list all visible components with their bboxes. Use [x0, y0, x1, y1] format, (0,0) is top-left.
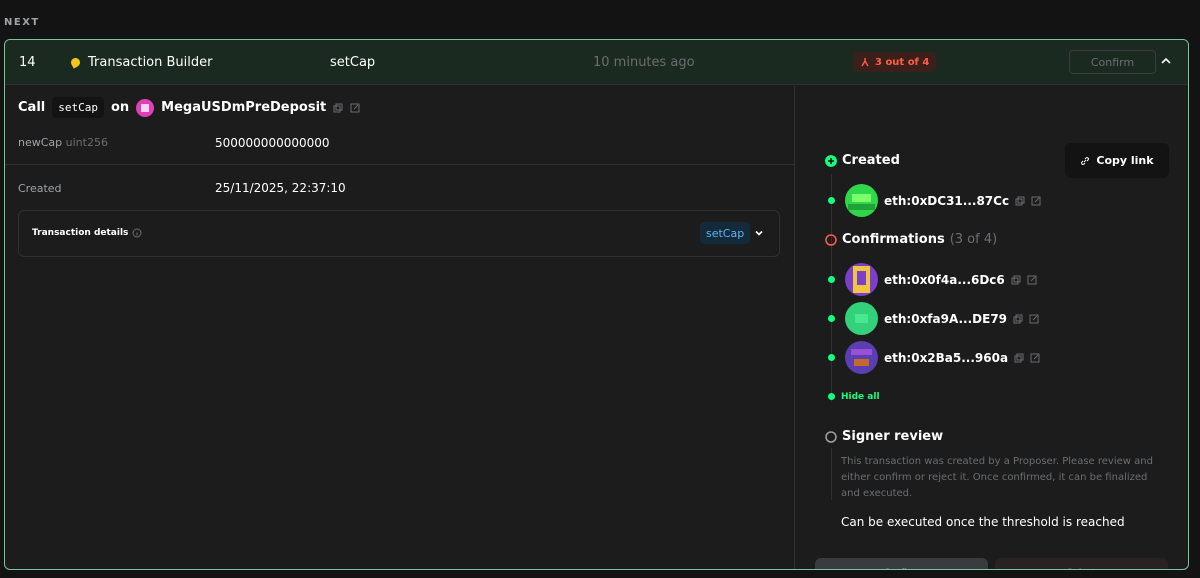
- transaction-details-title: Transaction details: [32, 228, 142, 238]
- external-link-icon[interactable]: [350, 103, 360, 113]
- creator-address: eth:0xDC31...87Cc: [845, 184, 1041, 217]
- timeline-dot: [828, 197, 835, 204]
- timeline-dot: [828, 354, 835, 361]
- param-value: 500000000000000: [215, 136, 330, 150]
- timeline-dot: [828, 393, 835, 400]
- transaction-status-panel: Created Copy link eth:0xDC31...87Cc Conf…: [794, 86, 1188, 569]
- avatar: [845, 184, 878, 217]
- call-summary: Call setCap on MegaUSDmPreDeposit: [18, 97, 360, 118]
- call-method-chip: setCap: [52, 97, 104, 118]
- signer-address: eth:0x0f4a...6Dc6: [845, 263, 1037, 296]
- call-prefix: Call: [18, 100, 46, 115]
- info-icon: [132, 228, 142, 238]
- transaction-builder-icon: [69, 56, 82, 69]
- external-link-icon[interactable]: [1029, 314, 1039, 324]
- signer-address-label: eth:0x0f4a...6Dc6: [884, 272, 1005, 287]
- signer-address: eth:0x2Ba5...960a: [845, 341, 1040, 374]
- transaction-details-accordion[interactable]: Transaction details setCap: [18, 210, 780, 257]
- copy-icon[interactable]: [1015, 196, 1025, 206]
- step-created-label: Created: [842, 153, 900, 168]
- signer-review-description: This transaction was created by a Propos…: [841, 456, 1153, 499]
- avatar: [845, 302, 878, 335]
- transaction-summary-header[interactable]: 14 Transaction Builder setCap 10 minutes…: [5, 40, 1188, 85]
- param-label: newCap uint256: [18, 136, 108, 149]
- avatar: [845, 263, 878, 296]
- link-icon: [1081, 156, 1090, 165]
- step-confirmations-label: Confirmations: [842, 232, 945, 247]
- details-method-chip: setCap: [700, 222, 751, 244]
- chevron-up-icon[interactable]: [1159, 54, 1173, 68]
- signer-address-label: eth:0xfa9A...DE79: [884, 311, 1008, 326]
- copy-icon[interactable]: [1014, 353, 1024, 363]
- param-type: uint256: [65, 136, 108, 149]
- signers-icon: [861, 58, 869, 67]
- threshold-note: Can be executed once the threshold is re…: [841, 515, 1125, 529]
- pending-circle-icon: [825, 233, 837, 246]
- confirmations-count: (3 of 4): [949, 232, 998, 247]
- copy-icon[interactable]: [333, 103, 343, 113]
- step-created: Created: [825, 153, 900, 168]
- creator-address-label: eth:0xDC31...87Cc: [884, 193, 1010, 208]
- avatar: [845, 341, 878, 374]
- chevron-down-icon[interactable]: [753, 227, 765, 239]
- copy-icon[interactable]: [1011, 275, 1021, 285]
- created-value: 25/11/2025, 22:37:10: [215, 181, 346, 195]
- copy-link-label: Copy link: [1096, 154, 1154, 167]
- hide-all-link[interactable]: Hide all: [841, 392, 880, 402]
- contract-avatar: [136, 98, 155, 117]
- external-link-icon[interactable]: [1027, 275, 1037, 285]
- tx-time: 10 minutes ago: [593, 55, 695, 70]
- step-signer-review-label: Signer review: [842, 429, 944, 444]
- contract-name: MegaUSDmPreDeposit: [161, 100, 327, 115]
- created-label: Created: [18, 182, 62, 195]
- timeline-line: [831, 174, 832, 402]
- external-link-icon[interactable]: [1031, 196, 1041, 206]
- step-confirmations: Confirmations (3 of 4): [825, 232, 997, 247]
- tx-method: setCap: [330, 55, 376, 70]
- external-link-icon[interactable]: [1030, 353, 1040, 363]
- timeline-dot: [828, 276, 835, 283]
- copy-link-button[interactable]: Copy link: [1065, 143, 1169, 178]
- tx-type: Transaction Builder: [69, 55, 213, 70]
- transaction-details-panel: Call setCap on MegaUSDmPreDeposit newCap…: [5, 86, 794, 569]
- plus-circle-icon: [825, 154, 837, 167]
- signer-address-label: eth:0x2Ba5...960a: [884, 350, 1009, 365]
- pending-circle-icon: [825, 430, 837, 443]
- tx-nonce: 14: [19, 55, 36, 70]
- divider: [5, 164, 794, 165]
- confirm-button[interactable]: Confirm: [815, 558, 988, 569]
- tx-type-label: Transaction Builder: [88, 55, 213, 70]
- signer-address: eth:0xfa9A...DE79: [845, 302, 1039, 335]
- timeline-dot: [828, 315, 835, 322]
- section-label: NEXT: [4, 17, 40, 28]
- copy-icon[interactable]: [1013, 314, 1023, 324]
- timeline-line: [831, 448, 832, 500]
- param-name: newCap: [18, 136, 63, 149]
- call-on-label: on: [110, 100, 130, 115]
- header-confirm-button[interactable]: Confirm: [1069, 50, 1156, 74]
- confirmations-badge-label: 3 out of 4: [875, 56, 930, 68]
- reject-button[interactable]: Reject: [995, 558, 1168, 569]
- transaction-details-label: Transaction details: [32, 228, 129, 238]
- confirmations-badge: 3 out of 4: [853, 52, 937, 72]
- transaction-card: 14 Transaction Builder setCap 10 minutes…: [4, 39, 1189, 570]
- step-signer-review: Signer review: [825, 429, 943, 444]
